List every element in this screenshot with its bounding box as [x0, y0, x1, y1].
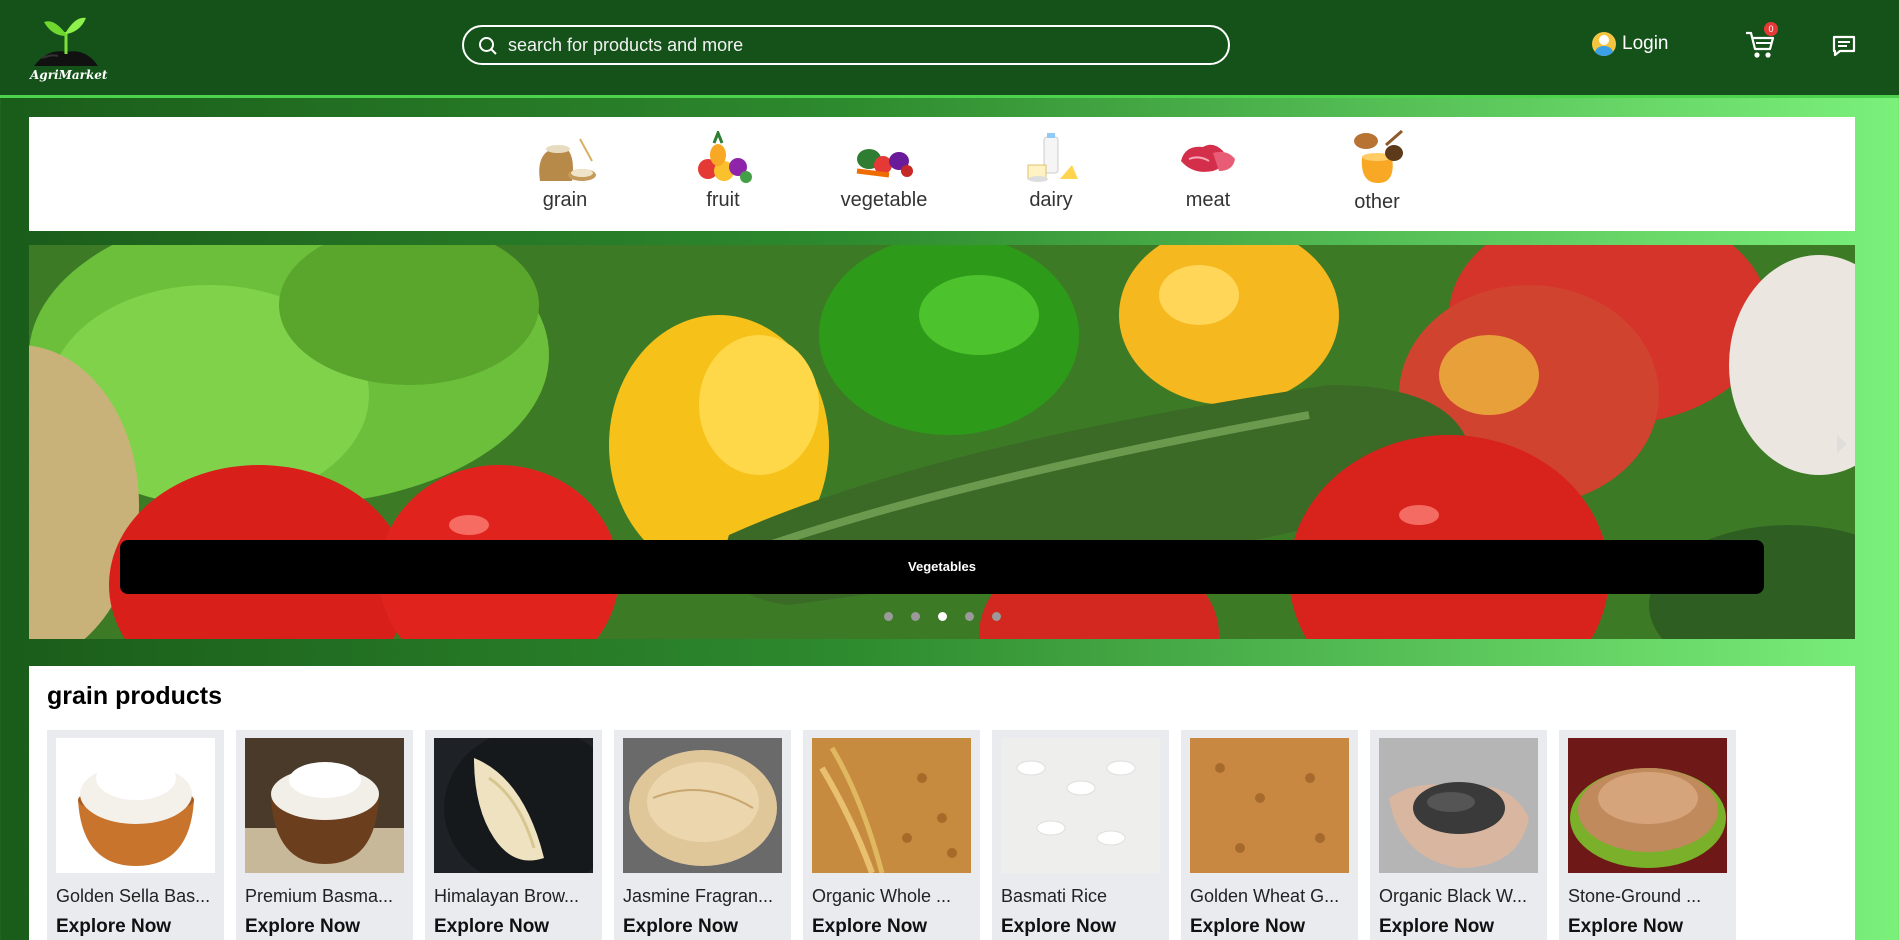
explore-now-link[interactable]: Explore Now — [623, 916, 738, 938]
explore-now-link[interactable]: Explore Now — [434, 916, 549, 938]
product-name: Basmati Rice — [1001, 886, 1108, 906]
product-image — [1190, 738, 1349, 873]
avatar-icon — [1592, 32, 1616, 56]
login-label: Login — [1622, 33, 1669, 54]
category-label: meat — [1185, 189, 1231, 211]
product-image — [245, 738, 404, 873]
top-header: AgriMarket Login 0 — [0, 0, 1899, 98]
chat-icon[interactable] — [1832, 34, 1856, 63]
product-card[interactable]: Golden Sella Bas... Explore Now — [47, 730, 224, 940]
product-name: Himalayan Brow... — [434, 886, 580, 906]
product-image — [434, 738, 593, 873]
category-vegetable[interactable]: vegetable — [814, 131, 954, 212]
dairy-products-icon — [1016, 131, 1086, 185]
login-button[interactable]: Login — [1592, 32, 1669, 56]
category-other[interactable]: other — [1315, 127, 1439, 214]
product-name: Stone-Ground ... — [1568, 886, 1702, 906]
hero-carousel[interactable]: Vegetables — [29, 245, 1855, 639]
vegetables-icon — [849, 131, 919, 185]
honey-jar-icon — [1342, 127, 1412, 187]
search-input[interactable] — [508, 33, 1208, 57]
category-label: other — [1354, 191, 1400, 213]
carousel-dot[interactable] — [965, 612, 974, 621]
section-title: grain products — [47, 682, 223, 710]
explore-now-link[interactable]: Explore Now — [1001, 916, 1116, 938]
product-card[interactable]: Basmati Rice Explore Now — [992, 730, 1169, 940]
explore-now-link[interactable]: Explore Now — [245, 916, 360, 938]
carousel-caption: Vegetables — [120, 540, 1764, 594]
explore-now-link[interactable]: Explore Now — [812, 916, 927, 938]
search-icon — [479, 37, 497, 55]
carousel-indicators — [884, 612, 1001, 621]
category-label: grain — [542, 189, 588, 211]
category-label: dairy — [1029, 189, 1073, 211]
grain-products-section: grain products Golden Sella Bas... Explo… — [29, 666, 1855, 940]
grain-sack-icon — [530, 131, 600, 185]
product-card[interactable]: Premium Basma... Explore Now — [236, 730, 413, 940]
category-grain[interactable]: grain — [503, 131, 627, 212]
product-name: Golden Sella Bas... — [56, 886, 211, 906]
fruit-basket-icon — [688, 128, 758, 185]
product-image — [56, 738, 215, 873]
product-name: Jasmine Fragran... — [623, 886, 774, 906]
carousel-dot-active[interactable] — [938, 612, 947, 621]
category-label: vegetable — [840, 189, 928, 211]
explore-now-link[interactable]: Explore Now — [1379, 916, 1494, 938]
carousel-dot[interactable] — [992, 612, 1001, 621]
explore-now-link[interactable]: Explore Now — [1568, 916, 1683, 938]
product-image — [812, 738, 971, 873]
category-meat[interactable]: meat — [1146, 131, 1270, 212]
product-name: Organic Black W... — [1379, 886, 1528, 906]
explore-now-link[interactable]: Explore Now — [1190, 916, 1305, 938]
carousel-dot[interactable] — [911, 612, 920, 621]
product-image — [623, 738, 782, 873]
category-bar: grain fruit vegetable dairy meat other — [29, 117, 1855, 231]
product-card[interactable]: Himalayan Brow... Explore Now — [425, 730, 602, 940]
explore-now-link[interactable]: Explore Now — [56, 916, 171, 938]
category-dairy[interactable]: dairy — [989, 131, 1113, 212]
product-card[interactable]: Organic Whole ... Explore Now — [803, 730, 980, 940]
product-card[interactable]: Stone-Ground ... Explore Now — [1559, 730, 1736, 940]
product-name: Premium Basma... — [245, 886, 394, 906]
category-fruit[interactable]: fruit — [661, 128, 785, 212]
carousel-next-icon[interactable] — [1835, 433, 1849, 460]
product-card[interactable]: Organic Black W... Explore Now — [1370, 730, 1547, 940]
cart-count-badge: 0 — [1764, 22, 1778, 36]
logo-text: AgriMarket — [30, 68, 108, 82]
product-card[interactable]: Golden Wheat G... Explore Now — [1181, 730, 1358, 940]
carousel-dot[interactable] — [884, 612, 893, 621]
product-image — [1001, 738, 1160, 873]
product-image — [1568, 738, 1727, 873]
product-image — [1379, 738, 1538, 873]
search-bar[interactable] — [462, 25, 1230, 65]
product-name: Organic Whole ... — [812, 886, 952, 906]
meat-icon — [1173, 131, 1243, 185]
product-name: Golden Wheat G... — [1190, 886, 1340, 906]
category-label: fruit — [706, 189, 740, 211]
product-card[interactable]: Jasmine Fragran... Explore Now — [614, 730, 791, 940]
